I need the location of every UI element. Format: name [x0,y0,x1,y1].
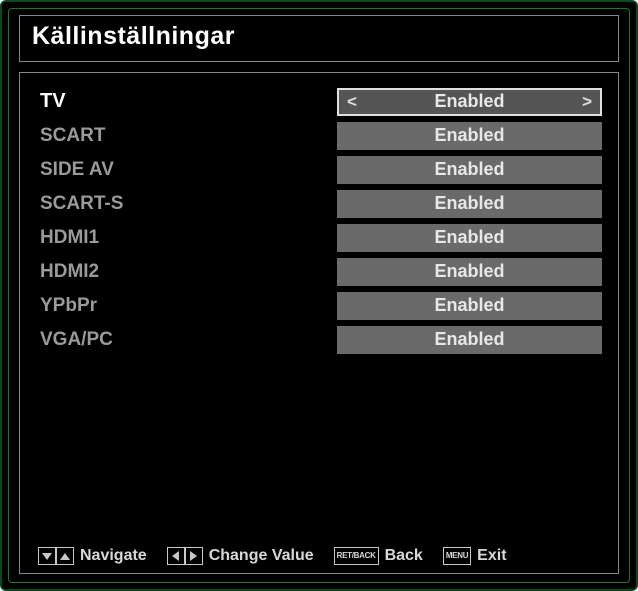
nav-keys-icon [38,547,74,565]
source-label: SIDE AV [36,159,337,181]
source-label: YPbPr [36,295,337,317]
source-value-selector[interactable]: Enabled [337,258,602,286]
tv-osd-screen: Källinställningar TV < Enabled > SCART Enable… [0,0,638,591]
source-value-selector[interactable]: Enabled [337,326,602,354]
hint-back: RET/BACK Back [334,547,423,565]
source-row[interactable]: TV < Enabled > [36,85,602,118]
source-row[interactable]: HDMI1 Enabled [36,221,602,254]
source-value: Enabled [434,227,504,248]
source-value: Enabled [434,125,504,146]
page-title: Källinställningar [32,22,606,51]
hint-exit: MENU Exit [443,547,507,565]
footer-hints: Navigate Change Value RET/BACK Back MENU… [36,543,602,565]
source-value: Enabled [434,91,504,112]
source-value: Enabled [434,329,504,350]
hint-navigate-label: Navigate [80,547,147,565]
source-value-selector[interactable]: Enabled [337,190,602,218]
source-value: Enabled [434,295,504,316]
chevron-right-icon[interactable]: > [582,93,592,110]
source-row[interactable]: SCART Enabled [36,119,602,152]
source-value-selector[interactable]: Enabled [337,156,602,184]
title-bar: Källinställningar [19,15,619,62]
menu-key-icon: MENU [443,547,471,565]
source-label: SCART [36,125,337,147]
source-label: HDMI1 [36,227,337,249]
source-list[interactable]: TV<Enabled>SCARTEnabledSIDE AVEnabledSCA… [36,85,602,543]
source-label: HDMI2 [36,261,337,283]
source-row[interactable]: SIDE AV Enabled [36,153,602,186]
inner-frame: Källinställningar TV < Enabled > SCART Enable… [8,8,630,583]
source-row[interactable]: HDMI2 Enabled [36,255,602,288]
source-row[interactable]: SCART-S Enabled [36,187,602,220]
content-panel: TV<Enabled>SCARTEnabledSIDE AVEnabledSCA… [19,72,619,574]
source-value-selector[interactable]: Enabled [337,292,602,320]
source-value-selector[interactable]: < Enabled > [337,88,602,116]
hint-change-label: Change Value [209,547,314,565]
hint-exit-label: Exit [477,547,506,565]
source-value-selector[interactable]: Enabled [337,224,602,252]
source-row[interactable]: VGA/PC Enabled [36,323,602,356]
chevron-left-icon[interactable]: < [347,93,357,110]
source-label: SCART-S [36,193,337,215]
hint-change-value: Change Value [167,547,314,565]
change-keys-icon [167,547,203,565]
source-value: Enabled [434,193,504,214]
source-value: Enabled [434,261,504,282]
source-value: Enabled [434,159,504,180]
hint-navigate: Navigate [38,547,147,565]
source-row[interactable]: YPbPr Enabled [36,289,602,322]
source-label: TV [36,90,337,113]
back-key-icon: RET/BACK [334,547,379,565]
hint-back-label: Back [385,547,423,565]
source-label: VGA/PC [36,329,337,351]
source-value-selector[interactable]: Enabled [337,122,602,150]
